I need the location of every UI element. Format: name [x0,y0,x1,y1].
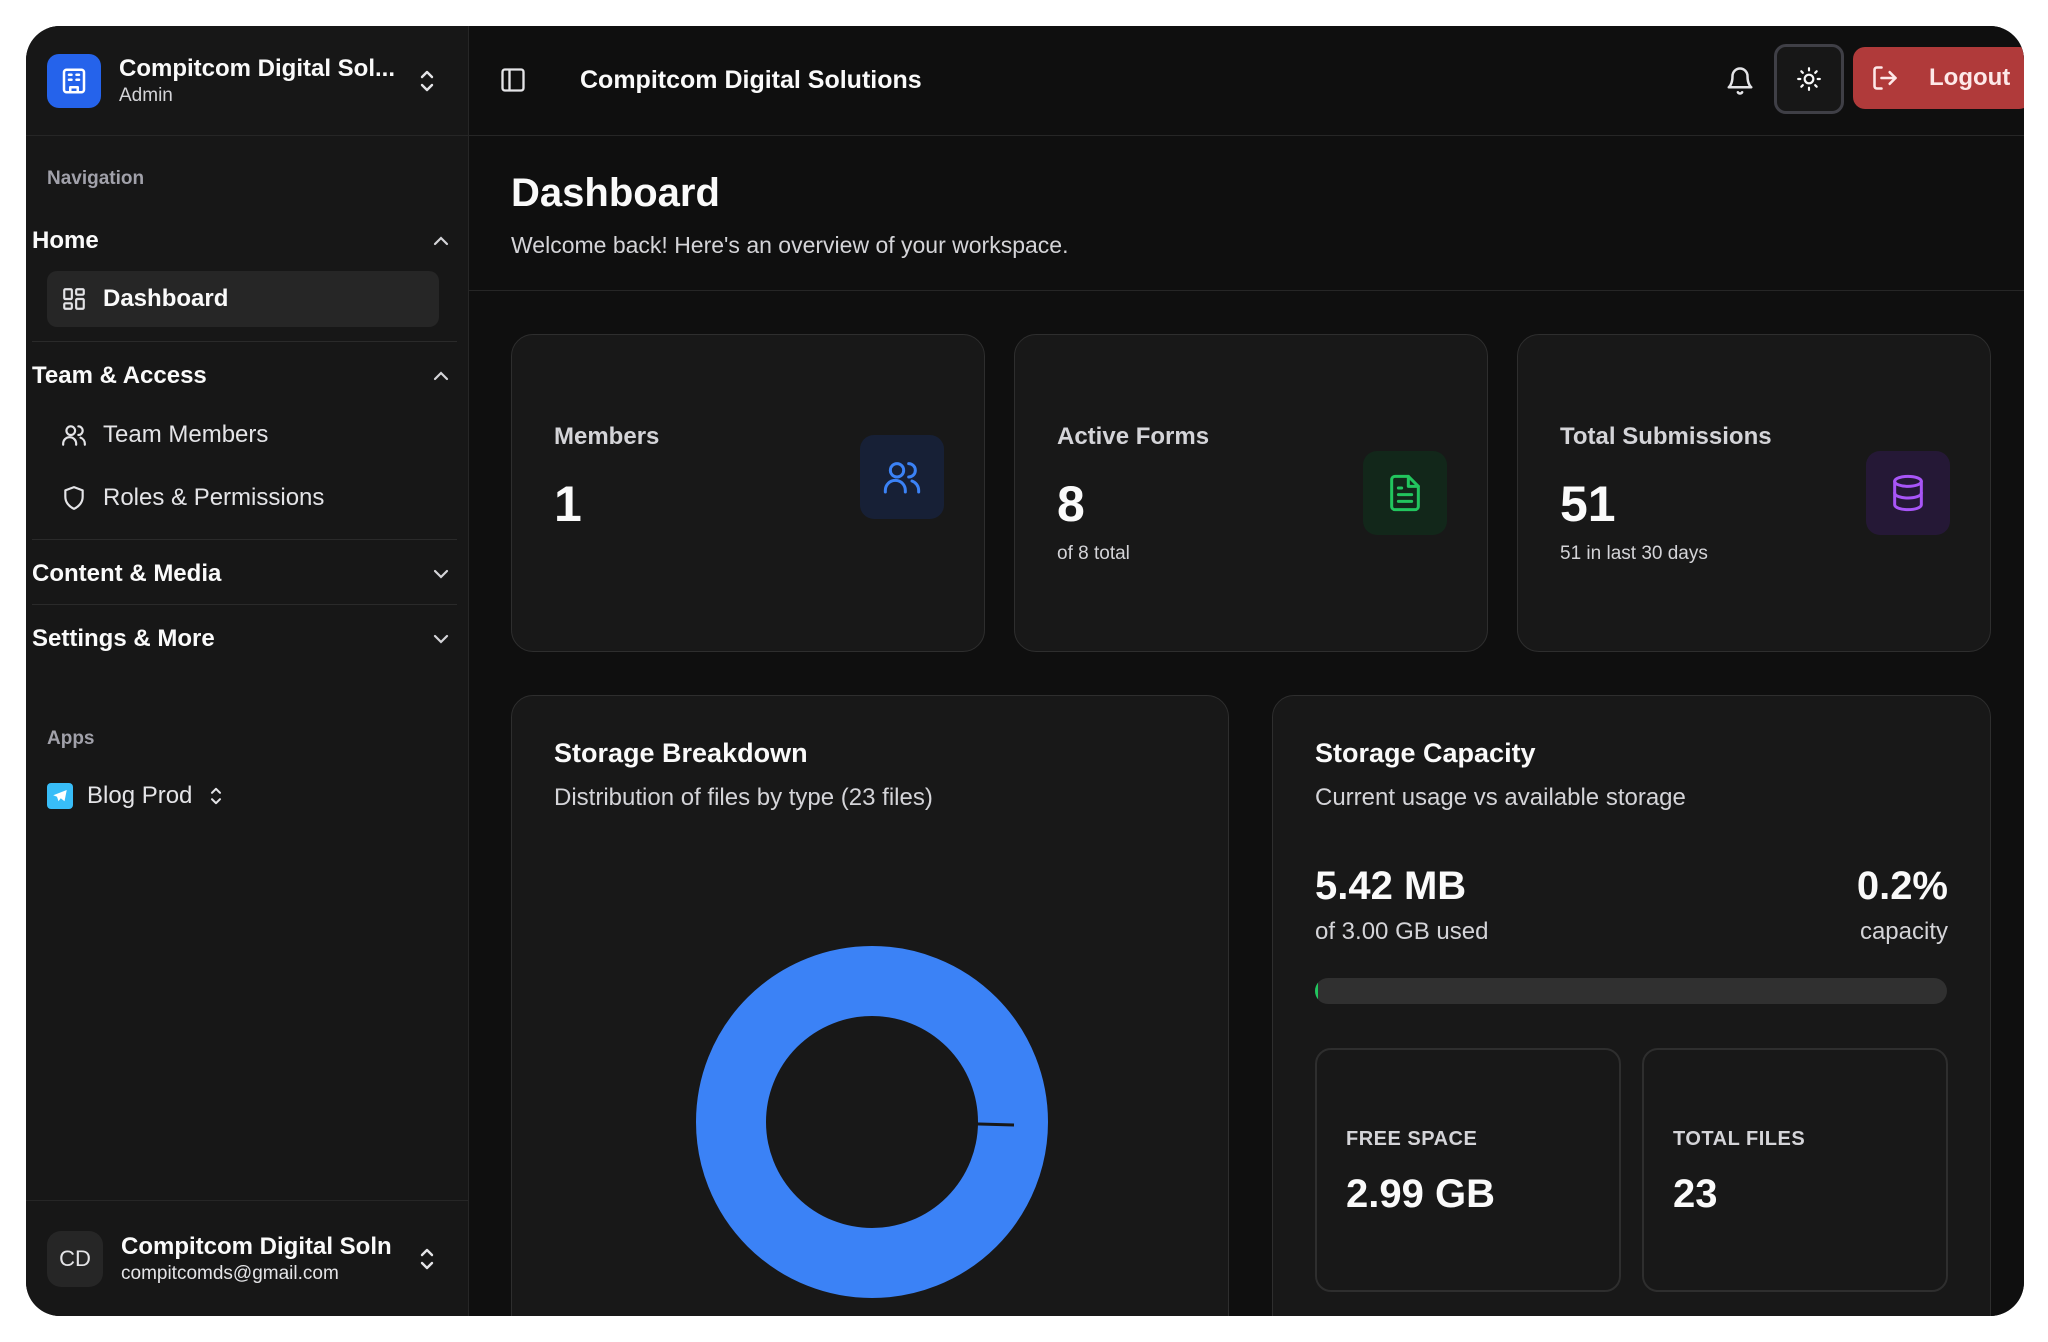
sun-icon [1797,67,1821,91]
donut-slice[interactable] [696,946,1048,1298]
total-files-label: TOTAL FILES [1673,1128,1806,1150]
app-window: Compitcom Digital Sol... Admin Navigatio… [26,26,2024,1316]
logout-label: Logout [1929,64,2011,91]
org-name: Compitcom Digital Sol... [119,54,396,82]
free-space-card: FREE SPACE 2.99 GB [1315,1048,1621,1292]
stat-sub: 51 in last 30 days [1560,543,1708,564]
donut-slice-separator [943,1121,1015,1127]
sidebar-item-roles-permissions[interactable]: Roles & Permissions [47,470,439,526]
stat-card-total-submissions: Total Submissions 51 51 in last 30 days [1517,334,1991,652]
file-text-icon [1363,451,1447,535]
chevron-up-icon [433,236,449,246]
layout-grid-icon [63,288,85,310]
storage-progress-bar [1315,978,1947,1004]
page-header: Dashboard Welcome back! Here's an overvi… [469,136,2024,291]
org-role: Admin [119,84,173,106]
chevron-down-icon [433,634,449,644]
storage-progress-fill [1315,978,1318,1004]
stat-card-members: Members 1 [511,334,985,652]
stat-label: Active Forms [1057,423,1210,450]
panel-title: Storage Breakdown [554,738,808,768]
sidebar-item-team-members[interactable]: Team Members [47,407,439,463]
stat-label: Total Submissions [1560,423,1772,450]
group-team-access[interactable]: Team & Access [32,356,457,396]
chevron-down-icon [433,569,449,579]
storage-used-value: 5.42 MB [1315,864,1467,908]
theme-toggle-button[interactable] [1774,44,1844,114]
user-name: Compitcom Digital Soln [121,1232,392,1260]
chevrons-up-down-icon [420,70,434,91]
sidebar-item-dashboard[interactable]: Dashboard [47,271,439,327]
shield-icon [64,486,84,510]
donut-chart [696,946,1048,1298]
stat-sub: of 8 total [1057,543,1130,564]
app-label: Blog Prod [87,782,193,809]
storage-breakdown-card: Storage Breakdown Distribution of files … [511,695,1229,1316]
sidebar-item-label: Dashboard [103,285,229,312]
nav-caption: Navigation [47,168,145,189]
stat-value: 1 [554,476,582,532]
chevrons-up-down-icon [211,787,222,805]
logout-button[interactable]: Logout [1853,47,2024,109]
free-space-label: FREE SPACE [1346,1128,1478,1150]
app-switcher-blog-prod[interactable]: Blog Prod [47,776,224,816]
free-space-value: 2.99 GB [1346,1172,1495,1216]
sidebar: Compitcom Digital Sol... Admin Navigatio… [26,26,469,1316]
main-content: Compitcom Digital Solutions Logout Dashb… [469,26,2024,1316]
storage-percent-caption: capacity [1859,918,1948,945]
stat-card-active-forms: Active Forms 8 of 8 total [1014,334,1488,652]
users-icon [860,435,944,519]
group-home[interactable]: Home [32,221,457,261]
user-email: compitcomds@gmail.com [121,1262,339,1284]
chevron-up-icon [433,371,449,381]
total-files-value: 23 [1673,1172,1718,1216]
users-icon [62,425,86,446]
sidebar-item-label: Team Members [103,421,269,448]
stat-label: Members [554,423,660,450]
apps-caption: Apps [47,728,95,749]
chevrons-up-down-icon [420,1248,434,1269]
divider [32,539,457,540]
group-label: Content & Media [32,560,222,587]
page-title: Dashboard [511,171,720,215]
user-menu[interactable]: CD Compitcom Digital Soln compitcomds@gm… [26,1200,469,1316]
sidebar-item-label: Roles & Permissions [103,484,325,511]
avatar: CD [47,1230,103,1287]
sidebar-toggle-icon[interactable] [499,66,527,94]
divider [32,604,457,605]
stat-value: 8 [1057,476,1085,532]
group-content-media[interactable]: Content & Media [32,554,457,594]
bell-icon[interactable] [1725,66,1755,96]
group-settings-more[interactable]: Settings & More [32,619,457,659]
stat-value: 51 [1560,476,1616,532]
group-label: Team & Access [32,362,207,389]
group-label: Settings & More [32,625,215,652]
topbar: Compitcom Digital Solutions Logout [469,26,2024,136]
divider [32,341,457,342]
page-subtitle: Welcome back! Here's an overview of your… [511,232,1069,258]
storage-used-caption: of 3.00 GB used [1315,918,1489,945]
group-label: Home [32,227,99,254]
total-files-card: TOTAL FILES 23 [1642,1048,1948,1292]
org-switcher[interactable]: Compitcom Digital Sol... Admin [26,26,469,136]
telegram-icon [47,783,73,809]
panel-title: Storage Capacity [1315,738,1536,768]
topbar-title: Compitcom Digital Solutions [580,66,922,94]
storage-percent-value: 0.2% [1856,864,1948,908]
database-icon [1866,451,1950,535]
building-icon [47,53,101,108]
storage-capacity-card: Storage Capacity Current usage vs availa… [1272,695,1991,1316]
log-out-icon [1873,66,1897,90]
panel-subtitle: Distribution of files by type (23 files) [554,784,933,811]
panel-subtitle: Current usage vs available storage [1315,784,1686,811]
